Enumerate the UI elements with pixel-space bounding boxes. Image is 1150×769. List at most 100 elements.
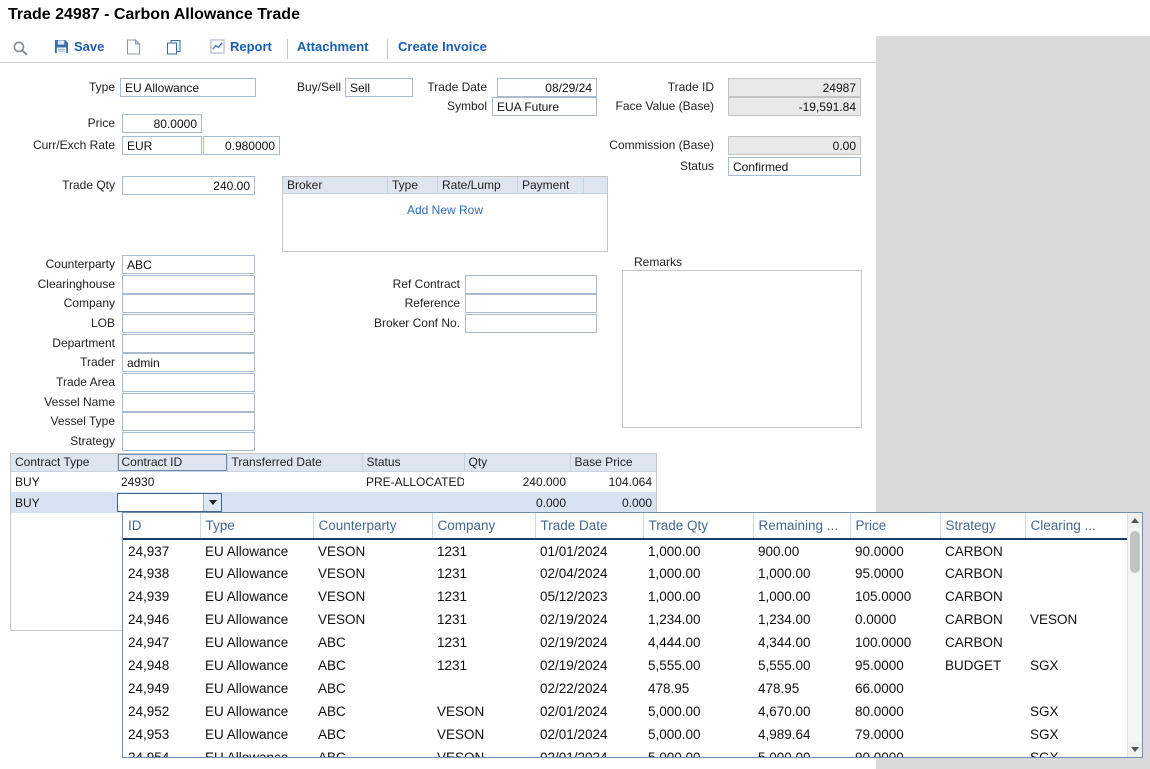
scroll-down-button[interactable]: [1128, 742, 1142, 757]
option-strategy[interactable]: CARBON: [940, 585, 1025, 608]
contracts-header-contract-type[interactable]: Contract Type: [11, 454, 117, 471]
option-remaining[interactable]: 4,670.00: [753, 700, 850, 723]
option-price[interactable]: 0.0000: [850, 608, 940, 631]
option-trade-qty[interactable]: 1,234.00: [643, 608, 753, 631]
cell-status[interactable]: [362, 492, 464, 513]
option-clearing[interactable]: SGX: [1025, 723, 1127, 746]
cell-contract-id[interactable]: 24930: [117, 471, 227, 492]
dropdown-option-row[interactable]: 24,938 EU Allowance VESON 1231 02/04/202…: [123, 562, 1127, 585]
option-price[interactable]: 95.0000: [850, 654, 940, 677]
option-id[interactable]: 24,937: [123, 539, 200, 562]
option-id[interactable]: 24,953: [123, 723, 200, 746]
option-remaining[interactable]: 1,234.00: [753, 608, 850, 631]
option-trade-date[interactable]: 01/01/2024: [535, 539, 643, 562]
option-price[interactable]: 90.0000: [850, 539, 940, 562]
option-price[interactable]: 100.0000: [850, 631, 940, 654]
option-type[interactable]: EU Allowance: [200, 631, 313, 654]
option-remaining[interactable]: 1,000.00: [753, 562, 850, 585]
option-trade-qty[interactable]: 5,000.00: [643, 746, 753, 758]
option-id[interactable]: 24,952: [123, 700, 200, 723]
option-remaining[interactable]: 4,989.64: [753, 723, 850, 746]
exch-rate-input[interactable]: [203, 136, 280, 155]
option-strategy[interactable]: [940, 723, 1025, 746]
scroll-up-button[interactable]: [1128, 513, 1142, 528]
contract-id-dropdown-button[interactable]: [203, 494, 221, 511]
option-clearing[interactable]: [1025, 562, 1127, 585]
option-company[interactable]: VESON: [432, 723, 535, 746]
symbol-input[interactable]: [492, 97, 597, 116]
option-trade-date[interactable]: 02/04/2024: [535, 562, 643, 585]
option-clearing[interactable]: SGX: [1025, 654, 1127, 677]
option-clearing[interactable]: [1025, 585, 1127, 608]
option-clearing[interactable]: SGX: [1025, 700, 1127, 723]
option-clearing[interactable]: SGX: [1025, 746, 1127, 758]
create-invoice-button[interactable]: Create Invoice: [398, 39, 487, 54]
option-price[interactable]: 105.0000: [850, 585, 940, 608]
option-counterparty[interactable]: ABC: [313, 654, 432, 677]
option-trade-qty[interactable]: 1,000.00: [643, 585, 753, 608]
option-price[interactable]: 80.0000: [850, 700, 940, 723]
option-trade-date[interactable]: 02/19/2024: [535, 631, 643, 654]
option-counterparty[interactable]: VESON: [313, 562, 432, 585]
option-counterparty[interactable]: ABC: [313, 631, 432, 654]
option-remaining[interactable]: 5,000.00: [753, 746, 850, 758]
option-type[interactable]: EU Allowance: [200, 562, 313, 585]
strategy-input[interactable]: [122, 432, 255, 451]
option-type[interactable]: EU Allowance: [200, 700, 313, 723]
clearinghouse-input[interactable]: [122, 275, 255, 294]
cell-transferred-date[interactable]: [227, 471, 362, 492]
option-strategy[interactable]: [940, 746, 1025, 758]
option-counterparty[interactable]: ABC: [313, 700, 432, 723]
option-price[interactable]: 79.0000: [850, 723, 940, 746]
copy-icon[interactable]: [166, 39, 182, 55]
option-trade-date[interactable]: 02/22/2024: [535, 677, 643, 700]
option-type[interactable]: EU Allowance: [200, 746, 313, 758]
option-counterparty[interactable]: VESON: [313, 585, 432, 608]
vessel-name-input[interactable]: [122, 393, 255, 412]
dropdown-option-row[interactable]: 24,953 EU Allowance ABC VESON 02/01/2024…: [123, 723, 1127, 746]
option-trade-qty[interactable]: 5,000.00: [643, 723, 753, 746]
option-id[interactable]: 24,948: [123, 654, 200, 677]
contracts-header-status[interactable]: Status: [362, 454, 464, 471]
attachment-button[interactable]: Attachment: [297, 39, 369, 54]
option-remaining[interactable]: 5,555.00: [753, 654, 850, 677]
cell-qty[interactable]: 0.000: [464, 492, 570, 513]
option-trade-qty[interactable]: 1,000.00: [643, 562, 753, 585]
option-id[interactable]: 24,949: [123, 677, 200, 700]
option-trade-qty[interactable]: 478.95: [643, 677, 753, 700]
option-id[interactable]: 24,938: [123, 562, 200, 585]
cell-base-price[interactable]: 104.064: [570, 471, 656, 492]
cell-status[interactable]: PRE-ALLOCATED: [362, 471, 464, 492]
dropdown-option-row[interactable]: 24,939 EU Allowance VESON 1231 05/12/202…: [123, 585, 1127, 608]
currency-input[interactable]: [122, 136, 202, 155]
add-new-row-link[interactable]: Add New Row: [283, 203, 607, 217]
trader-input[interactable]: [122, 353, 255, 372]
trade-date-input[interactable]: [497, 78, 597, 97]
option-remaining[interactable]: 4,344.00: [753, 631, 850, 654]
scrollbar-thumb[interactable]: [1130, 531, 1140, 573]
vessel-type-input[interactable]: [122, 412, 255, 431]
option-type[interactable]: EU Allowance: [200, 723, 313, 746]
option-strategy[interactable]: CARBON: [940, 608, 1025, 631]
option-trade-date[interactable]: 02/01/2024: [535, 723, 643, 746]
option-id[interactable]: 24,947: [123, 631, 200, 654]
option-strategy[interactable]: CARBON: [940, 562, 1025, 585]
dropdown-option-row[interactable]: 24,952 EU Allowance ABC VESON 02/01/2024…: [123, 700, 1127, 723]
status-input[interactable]: [728, 157, 861, 176]
option-remaining[interactable]: 478.95: [753, 677, 850, 700]
option-counterparty[interactable]: ABC: [313, 677, 432, 700]
option-counterparty[interactable]: VESON: [313, 539, 432, 562]
option-trade-qty[interactable]: 1,000.00: [643, 539, 753, 562]
option-counterparty[interactable]: VESON: [313, 608, 432, 631]
contracts-header-base-price[interactable]: Base Price: [570, 454, 656, 471]
dropdown-option-row[interactable]: 24,948 EU Allowance ABC 1231 02/19/2024 …: [123, 654, 1127, 677]
contracts-row-1[interactable]: BUY 24930 PRE-ALLOCATED 240.000 104.064: [11, 471, 656, 492]
option-trade-qty[interactable]: 5,000.00: [643, 700, 753, 723]
option-strategy[interactable]: [940, 700, 1025, 723]
option-company[interactable]: 1231: [432, 562, 535, 585]
option-type[interactable]: EU Allowance: [200, 608, 313, 631]
option-type[interactable]: EU Allowance: [200, 539, 313, 562]
option-id[interactable]: 24,939: [123, 585, 200, 608]
cell-base-price[interactable]: 0.000: [570, 492, 656, 513]
option-company[interactable]: 1231: [432, 631, 535, 654]
